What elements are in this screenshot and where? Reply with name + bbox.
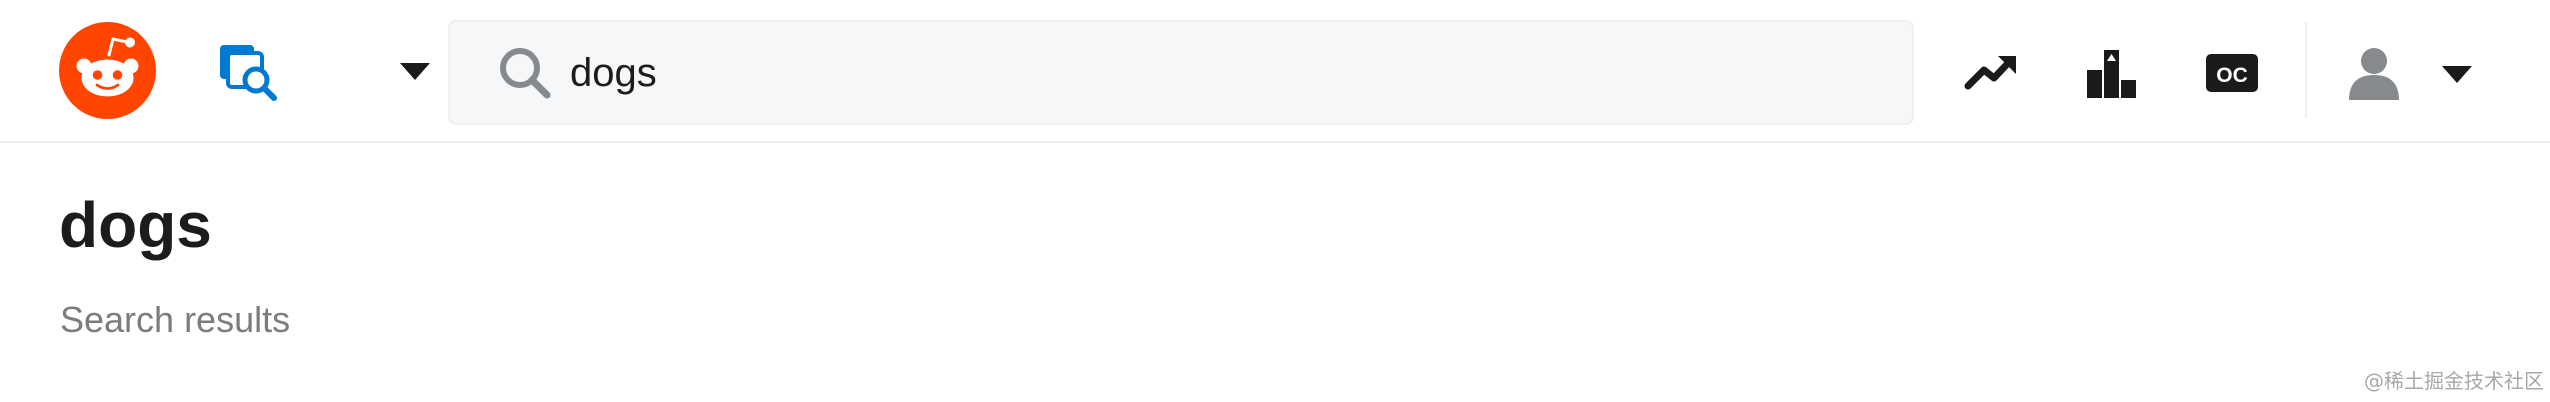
user-avatar-icon: [2349, 48, 2399, 100]
watermark: @稀土掘金技术社区: [2364, 369, 2544, 393]
top-header: OC: [0, 0, 2550, 143]
trending-up-icon: [1964, 56, 2016, 90]
caret-down-icon: [2442, 66, 2472, 83]
popular-button[interactable]: [1964, 44, 2020, 100]
page: OC dogs Search results @稀土掘金技术社区: [0, 0, 2550, 402]
page-title: dogs: [59, 189, 212, 261]
leaderboard-icon: [2087, 50, 2136, 98]
search-results-icon: [220, 45, 277, 101]
search-icon: [500, 48, 551, 99]
search-bar[interactable]: [448, 20, 1914, 125]
community-switcher[interactable]: [212, 35, 442, 107]
search-input[interactable]: [570, 40, 1870, 106]
page-subtitle: Search results: [60, 299, 291, 340]
svg-text:OC: OC: [2216, 64, 2248, 87]
reddit-snoo-icon: [59, 22, 156, 119]
caret-down-icon: [400, 63, 430, 80]
original-content-button[interactable]: OC: [2204, 44, 2260, 100]
leaderboard-button[interactable]: [2083, 44, 2139, 100]
reddit-logo[interactable]: [59, 22, 156, 119]
oc-icon: OC: [2206, 54, 2258, 92]
header-divider: [2305, 22, 2307, 118]
user-menu-button[interactable]: [2335, 38, 2485, 108]
